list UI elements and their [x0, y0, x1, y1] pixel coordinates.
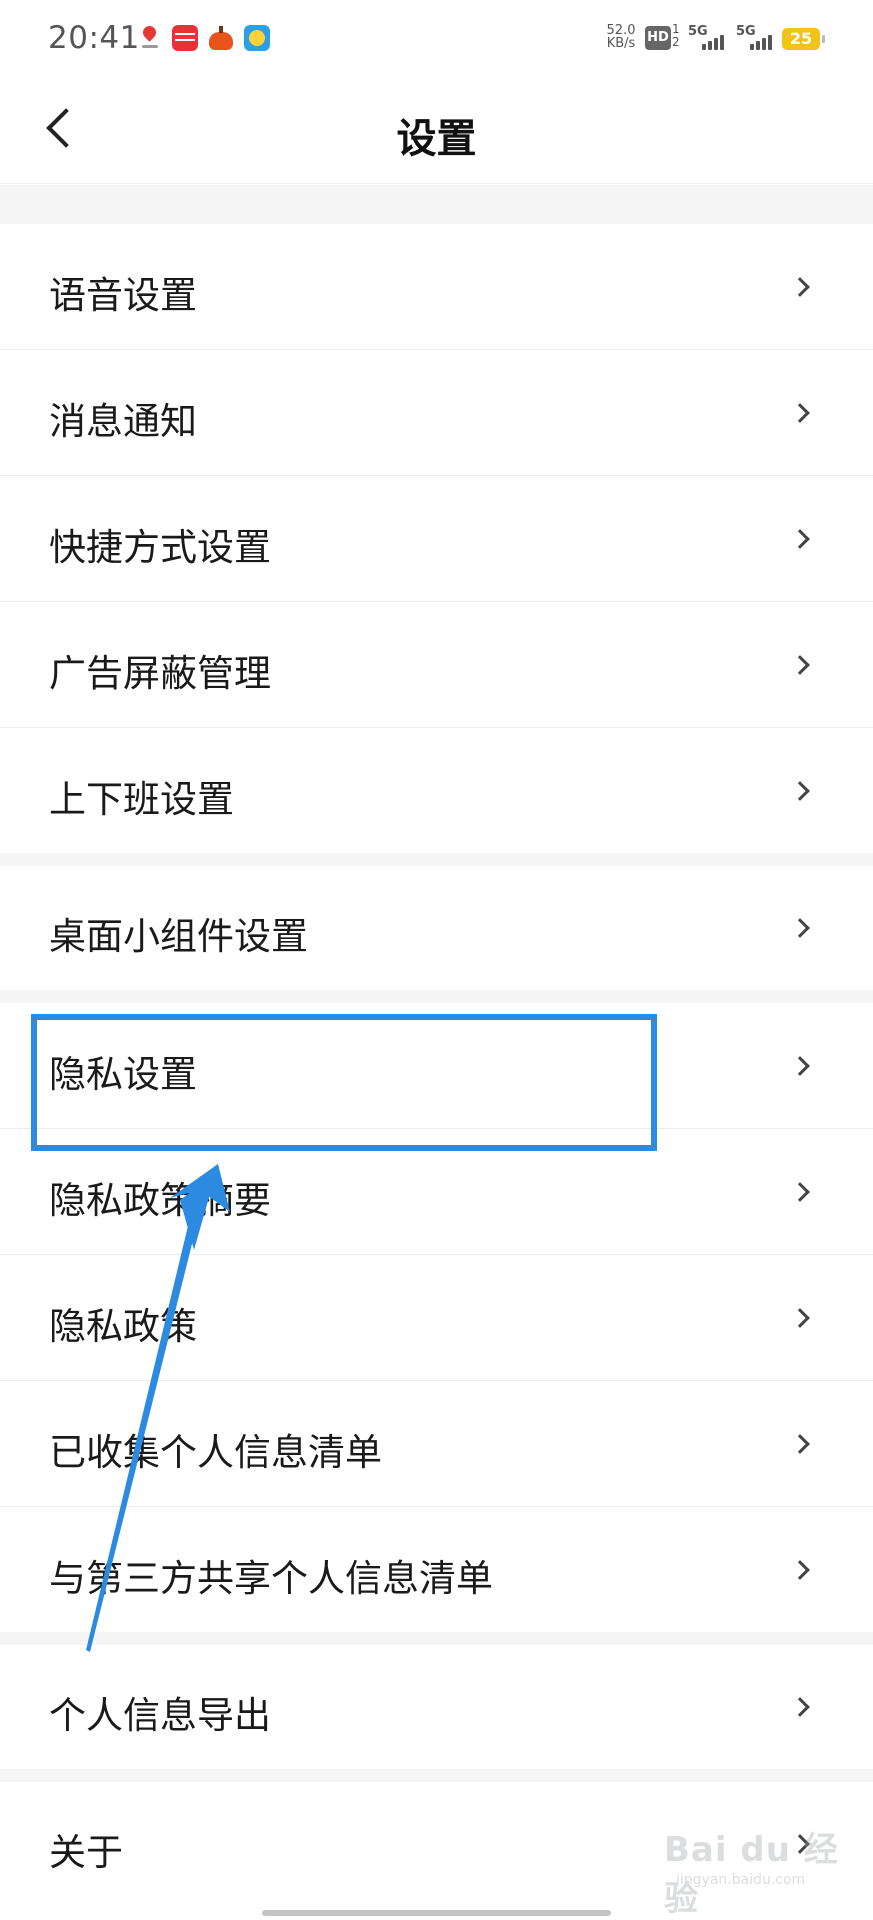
settings-item-label: 个人信息导出 [49, 1694, 271, 1737]
settings-item-privacy-policy[interactable]: 隐私政策 [0, 1255, 873, 1381]
section-gap [0, 990, 873, 1003]
settings-item-widgets[interactable]: 桌面小组件设置 [0, 866, 873, 990]
settings-item-label: 上下班设置 [49, 778, 234, 821]
settings-item-label: 已收集个人信息清单 [49, 1431, 382, 1474]
settings-item-label: 消息通知 [49, 400, 197, 443]
red-app-icon [172, 25, 198, 51]
settings-item-collected-info[interactable]: 已收集个人信息清单 [0, 1381, 873, 1507]
sim-index: 1 2 [672, 22, 680, 49]
highlight-box [31, 1014, 657, 1151]
settings-item-label: 桌面小组件设置 [49, 915, 308, 958]
settings-item-label: 与第三方共享个人信息清单 [49, 1557, 493, 1600]
chevron-right-icon [790, 1182, 810, 1202]
settings-item-ad-block[interactable]: 广告屏蔽管理 [0, 602, 873, 728]
chevron-right-icon [790, 918, 810, 938]
settings-item-label: 广告屏蔽管理 [49, 652, 271, 695]
section-gap [0, 185, 873, 224]
chevron-right-icon [790, 1560, 810, 1580]
baidu-jingyan-watermark: Bai du 经验 jingyan.baidu.com [664, 1822, 864, 1919]
settings-item-commute[interactable]: 上下班设置 [0, 728, 873, 853]
battery-level: 25 [789, 29, 813, 48]
map-pin-icon [137, 25, 163, 51]
settings-item-label: 语音设置 [49, 274, 197, 317]
orange-app-icon [208, 25, 234, 51]
top-bar: 设置 [0, 78, 873, 184]
chevron-right-icon [790, 529, 810, 549]
status-bar: 20:41 52.0 KB/s HD 1 2 5G 5G 25 [0, 0, 873, 78]
chevron-right-icon [790, 1056, 810, 1076]
section-gap [0, 1769, 873, 1782]
watermark-sub: jingyan.baidu.com [676, 1872, 806, 1888]
home-indicator[interactable] [262, 1910, 611, 1916]
network-speed-unit: KB/s [606, 36, 636, 51]
settings-item-label: 关于 [49, 1831, 123, 1874]
chevron-right-icon [790, 277, 810, 297]
chevron-right-icon [790, 655, 810, 675]
settings-item-label: 隐私政策 [49, 1305, 197, 1348]
chevron-right-icon [790, 403, 810, 423]
status-time: 20:41 [48, 20, 140, 56]
section-gap [0, 1632, 873, 1645]
hd-voice-icon: HD [645, 26, 671, 50]
chevron-right-icon [790, 781, 810, 801]
section-gap [0, 853, 873, 866]
chevron-right-icon [790, 1697, 810, 1717]
blue-app-icon [244, 25, 270, 51]
settings-item-voice[interactable]: 语音设置 [0, 224, 873, 350]
settings-item-notifications[interactable]: 消息通知 [0, 350, 873, 476]
page-title: 设置 [396, 116, 477, 162]
battery-icon: 25 [782, 28, 825, 50]
network-speed: 52.0 KB/s [603, 24, 639, 50]
settings-item-export-info[interactable]: 个人信息导出 [0, 1645, 873, 1769]
settings-item-label: 快捷方式设置 [49, 526, 271, 569]
signal-5g-icon-1: 5G [688, 24, 728, 52]
settings-item-third-party-sharing[interactable]: 与第三方共享个人信息清单 [0, 1507, 873, 1632]
settings-item-label: 隐私政策摘要 [49, 1179, 271, 1222]
watermark-main: Bai du 经验 [664, 1830, 839, 1919]
settings-item-shortcuts[interactable]: 快捷方式设置 [0, 476, 873, 602]
signal-5g-icon-2: 5G [736, 24, 776, 52]
chevron-right-icon [790, 1434, 810, 1454]
chevron-right-icon [790, 1308, 810, 1328]
